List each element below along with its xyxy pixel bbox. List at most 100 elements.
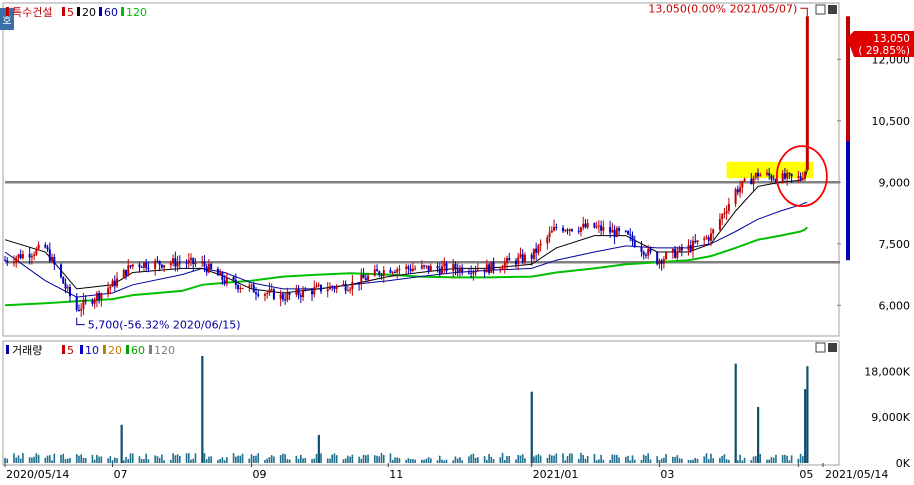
volume-bar	[407, 458, 410, 463]
candle	[696, 240, 699, 243]
volume-bar	[179, 455, 181, 463]
candle	[113, 280, 116, 287]
volume-bar	[396, 457, 398, 463]
volume-bar	[205, 459, 208, 463]
candle	[523, 254, 526, 263]
candle	[658, 260, 661, 265]
candle	[367, 275, 370, 281]
volume-bar	[80, 454, 82, 463]
volume-bar	[315, 453, 318, 463]
candle	[154, 260, 157, 269]
volume-bar	[78, 455, 80, 463]
volume-bar	[689, 460, 692, 463]
volume-bar	[477, 457, 479, 463]
volume-bar	[676, 455, 679, 463]
candle	[671, 249, 674, 253]
candle	[615, 228, 618, 237]
volume-bar	[568, 453, 571, 463]
candle	[660, 260, 663, 264]
candle	[252, 284, 255, 293]
candle	[452, 264, 455, 272]
close-icon[interactable]	[828, 343, 837, 352]
candle	[360, 274, 363, 285]
candle	[44, 244, 47, 248]
volume-bar	[548, 454, 551, 463]
volume-bar	[490, 456, 493, 463]
vol-y-tick-label: 0K	[896, 457, 911, 470]
candle	[765, 172, 768, 175]
volume-bar	[627, 455, 629, 463]
chart-window: 호 13,050(0.00% 2021/05/07) 5,700(-56.32% …	[0, 0, 914, 481]
candle	[391, 272, 394, 274]
volume-bar	[266, 458, 269, 463]
volume-bar	[571, 453, 573, 463]
volume-bar	[66, 458, 69, 463]
volume-bar	[111, 460, 114, 463]
volume-bar	[250, 454, 253, 463]
candle	[562, 227, 565, 232]
volume-bar	[750, 460, 753, 463]
volume-bar	[705, 453, 708, 463]
maximize-icon[interactable]	[815, 342, 826, 353]
candle	[131, 264, 134, 267]
candle	[203, 261, 206, 267]
candle	[727, 203, 730, 212]
candle	[60, 264, 63, 278]
candle	[741, 180, 744, 188]
candle	[156, 260, 159, 262]
legend-ma5: 5	[67, 6, 74, 19]
volume-bar	[226, 457, 228, 463]
volume-bar	[438, 455, 441, 463]
legend-title: 특수건설	[12, 6, 52, 19]
candle	[492, 261, 495, 270]
candle	[53, 256, 56, 265]
volume-bar	[365, 455, 367, 463]
volume-bar	[602, 459, 605, 463]
candle	[712, 229, 715, 234]
x-tick-label: 07	[114, 468, 128, 481]
candle	[530, 254, 533, 259]
volume-bar	[311, 459, 313, 463]
candle	[302, 289, 305, 298]
volume-bar	[129, 453, 132, 463]
candle	[429, 266, 432, 271]
volume-bar	[737, 460, 739, 463]
candle	[676, 251, 679, 258]
volume-spike	[120, 424, 123, 463]
volume-bar	[788, 460, 791, 463]
candle	[225, 277, 228, 284]
volume-bar	[382, 454, 385, 463]
maximize-icon[interactable]	[815, 4, 826, 15]
close-icon[interactable]	[828, 5, 837, 14]
candle	[584, 223, 587, 228]
volume-bar	[373, 455, 376, 463]
volume-bar	[486, 459, 488, 463]
candle	[35, 248, 38, 255]
candle	[176, 262, 179, 267]
candle	[441, 266, 444, 274]
volume-bar	[707, 459, 710, 463]
volume-bar	[75, 454, 78, 463]
candle	[192, 257, 195, 265]
volume-bar	[647, 453, 649, 463]
vol-legend-ma120: 120	[154, 344, 175, 357]
volume-bar	[609, 460, 611, 463]
volume-bar	[768, 459, 771, 463]
candle	[263, 294, 266, 296]
candle	[172, 258, 175, 264]
volume-bar	[378, 456, 381, 463]
candle	[15, 257, 18, 262]
candle	[570, 229, 573, 231]
candle	[297, 289, 300, 296]
candle	[656, 252, 659, 265]
volume-bar	[488, 454, 490, 463]
volume-bar	[564, 460, 567, 463]
candle	[380, 274, 383, 277]
volume-bar	[394, 457, 396, 463]
volume-bar	[37, 454, 40, 463]
candle	[788, 172, 791, 174]
y-tick-label: 9,000	[879, 176, 911, 189]
candle	[647, 248, 650, 256]
volume-bar	[320, 453, 322, 463]
volume-bar	[194, 453, 197, 463]
